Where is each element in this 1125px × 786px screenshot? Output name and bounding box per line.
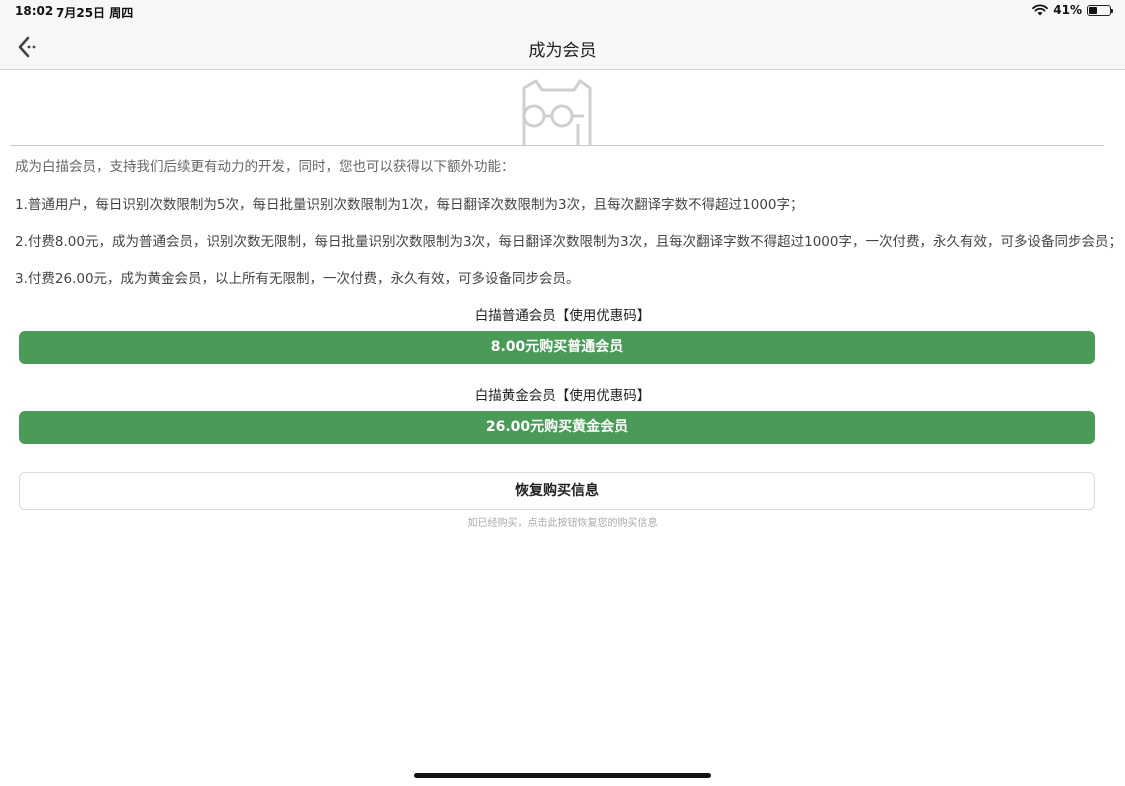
header-divider [10,145,1104,146]
buy-normal-member-button[interactable]: 8.00元购买普通会员 [19,331,1095,364]
intro-text: 成为白描会员，支持我们后续更有动力的开发，同时，您也可以获得以下额外功能： [15,159,515,175]
battery-level [1089,6,1098,14]
normal-plan-label: 白描普通会员【使用优惠码】 [474,308,651,324]
navigation-bar: 成为会员 [0,24,1125,70]
feature-item-gold: 3.付费26.00元，成为黄金会员，以上所有无限制，一次付费，永久有效，可多设备… [15,271,580,287]
status-indicators: 41% [1032,3,1113,17]
wifi-icon [1032,4,1049,16]
home-indicator[interactable] [414,773,711,778]
feature-item-free: 1.普通用户，每日识别次数限制为5次，每日批量识别次数限制为1次，每日翻译次数限… [15,197,804,213]
restore-hint: 如已经购买，点击此按钮恢复您的购买信息 [467,518,658,529]
page-title: 成为会员 [528,41,597,61]
status-time: 18:02 [15,4,54,18]
buy-gold-member-button[interactable]: 26.00元购买黄金会员 [19,411,1095,444]
status-date: 7月25日 周四 [56,6,134,20]
battery-percent: 41% [1053,3,1082,17]
battery-icon [1087,4,1113,16]
status-bar: 18:02 7月25日 周四 41% [0,0,1125,24]
gold-plan-label: 白描黄金会员【使用优惠码】 [474,388,651,404]
feature-item-normal: 2.付费8.00元，成为普通会员，识别次数无限制，每日批量识别次数限制为3次，每… [15,234,1122,250]
restore-purchase-button[interactable]: 恢复购买信息 [19,472,1095,510]
cat-logo-icon [522,79,592,146]
